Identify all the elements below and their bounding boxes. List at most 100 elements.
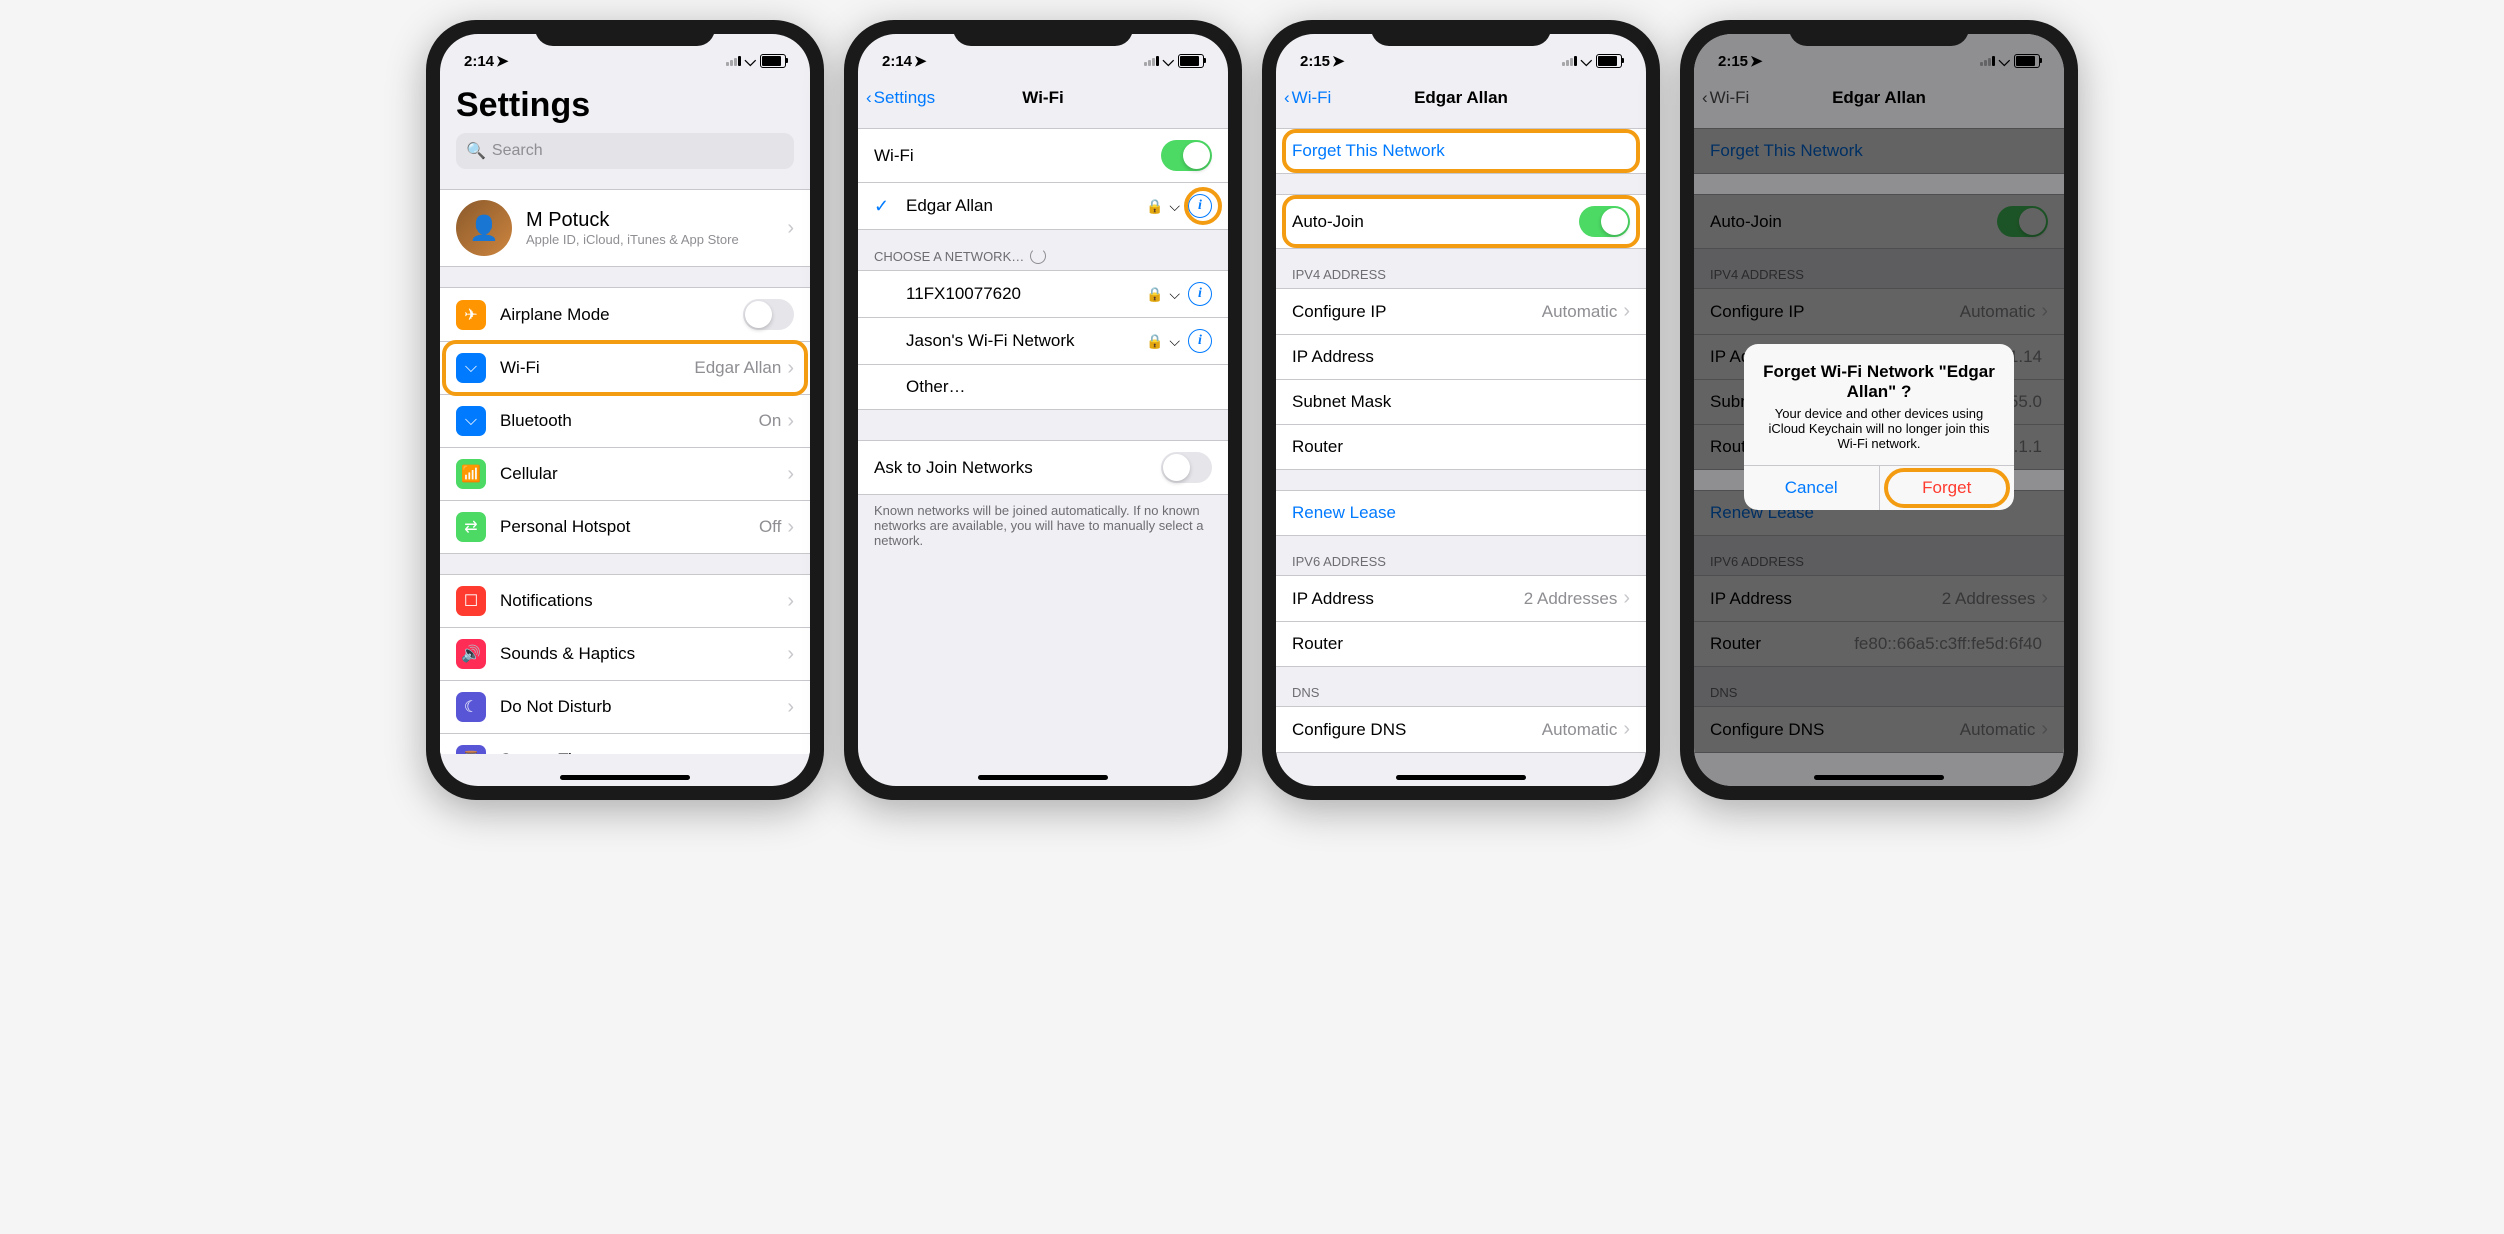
row-value: 2 Addresses <box>1524 589 1618 609</box>
network-name: 11FX10077620 <box>906 284 1146 304</box>
lock-icon: 🔒 <box>1146 286 1163 303</box>
wifi-icon: ⌵ <box>1163 53 1174 70</box>
wifi-toggle[interactable] <box>1161 140 1212 171</box>
settings-row[interactable]: Configure IPAutomatic› <box>1276 289 1646 335</box>
settings-row[interactable]: ⌛ Screen Time› <box>440 734 810 754</box>
chevron-icon: › <box>787 357 794 380</box>
phone-3: 2:15 ➤ ⌵ ‹Wi-Fi Edgar Allan Forget This … <box>1262 20 1660 800</box>
settings-row[interactable]: ✈︎Airplane Mode <box>440 288 810 342</box>
settings-row[interactable]: Subnet Mask <box>1276 380 1646 425</box>
settings-row[interactable]: IP Address2 Addresses› <box>1276 576 1646 622</box>
row-icon: 🔊 <box>456 639 486 669</box>
home-indicator[interactable] <box>978 775 1108 780</box>
row-label: Do Not Disturb <box>500 697 787 717</box>
choose-network-header: CHOOSE A NETWORK… <box>858 230 1228 270</box>
settings-row[interactable]: ☾Do Not Disturb› <box>440 681 810 734</box>
row-icon: ⌛ <box>456 745 486 754</box>
row-value: Automatic <box>1542 302 1618 322</box>
notch <box>1789 20 1969 46</box>
avatar: 👤 <box>456 200 512 256</box>
settings-row[interactable]: ☐Notifications› <box>440 575 810 628</box>
notch <box>1371 20 1551 46</box>
row-label: IP Address <box>1292 589 1524 609</box>
battery-icon <box>760 54 786 68</box>
settings-row[interactable]: IP Address <box>1276 335 1646 380</box>
settings-row[interactable]: ⇄Personal HotspotOff› <box>440 501 810 553</box>
autojoin-toggle[interactable] <box>1579 206 1630 237</box>
row-label: Screen Time <box>500 750 787 754</box>
row-icon: ☾ <box>456 692 486 722</box>
home-indicator[interactable] <box>1396 775 1526 780</box>
nav-title: Edgar Allan <box>1414 88 1508 108</box>
forget-network-row[interactable]: Forget This Network <box>1276 129 1646 173</box>
notch <box>535 20 715 46</box>
cancel-button[interactable]: Cancel <box>1744 466 1880 510</box>
home-indicator[interactable] <box>1814 775 1944 780</box>
settings-row[interactable]: 📶Cellular› <box>440 448 810 501</box>
phone-4: 2:15 ➤ ⌵ ‹Wi-Fi Edgar Allan Forget This … <box>1680 20 2078 800</box>
lock-icon: 🔒 <box>1146 333 1163 350</box>
ask-to-join-row[interactable]: Ask to Join Networks <box>858 441 1228 494</box>
row-icon: ⌵ <box>456 353 486 383</box>
row-label: Subnet Mask <box>1292 392 1630 412</box>
settings-row[interactable]: ⌵Wi-FiEdgar Allan› <box>440 342 810 395</box>
profile-row[interactable]: 👤 M Potuck Apple ID, iCloud, iTunes & Ap… <box>440 190 810 266</box>
info-icon[interactable]: i <box>1188 282 1212 306</box>
wifi-toggle-row[interactable]: Wi-Fi <box>858 129 1228 183</box>
settings-row[interactable]: Router <box>1276 425 1646 469</box>
chevron-icon: › <box>787 516 794 539</box>
row-icon: ☐ <box>456 586 486 616</box>
lock-icon: 🔒 <box>1146 198 1163 215</box>
profile-name: M Potuck <box>526 209 787 232</box>
row-label: Bluetooth <box>500 411 759 431</box>
other-network-row[interactable]: Other… <box>858 365 1228 409</box>
chevron-icon: › <box>787 590 794 613</box>
info-icon[interactable]: i <box>1188 194 1212 218</box>
notch <box>953 20 1133 46</box>
signal-icon <box>726 56 741 66</box>
home-indicator[interactable] <box>560 775 690 780</box>
signal-icon <box>1144 56 1159 66</box>
settings-row[interactable]: Router <box>1276 622 1646 666</box>
status-time: 2:15 <box>1300 53 1330 70</box>
chevron-icon: › <box>787 749 794 755</box>
row-value: Edgar Allan <box>694 358 781 378</box>
wifi-strength-icon: ⌵ <box>1169 198 1180 215</box>
row-label: Personal Hotspot <box>500 517 759 537</box>
back-button[interactable]: ‹Settings <box>866 88 935 108</box>
autojoin-row[interactable]: Auto-Join <box>1276 195 1646 248</box>
row-icon: 📶 <box>456 459 486 489</box>
wifi-strength-icon: ⌵ <box>1169 286 1180 303</box>
network-row[interactable]: Jason's Wi-Fi Network🔒⌵i <box>858 318 1228 365</box>
settings-row[interactable]: ⌵BluetoothOn› <box>440 395 810 448</box>
info-icon[interactable]: i <box>1188 329 1212 353</box>
search-placeholder: Search <box>492 142 543 160</box>
settings-row[interactable]: 🔊Sounds & Haptics› <box>440 628 810 681</box>
row-icon: ⌵ <box>456 406 486 436</box>
row-value: Automatic <box>1542 720 1618 740</box>
toggle[interactable] <box>743 299 794 330</box>
row-label: Sounds & Haptics <box>500 644 787 664</box>
check-icon: ✓ <box>874 196 896 217</box>
row-label: Cellular <box>500 464 787 484</box>
current-network-row[interactable]: ✓ Edgar Allan 🔒⌵ i <box>858 183 1228 229</box>
wifi-icon: ⌵ <box>1581 53 1592 70</box>
chevron-left-icon: ‹ <box>866 88 872 108</box>
status-time: 2:14 <box>464 53 494 70</box>
location-icon: ➤ <box>914 52 927 70</box>
settings-row[interactable]: Configure DNSAutomatic› <box>1276 707 1646 752</box>
alert-title: Forget Wi-Fi Network "Edgar Allan" ? <box>1758 362 2000 402</box>
renew-lease-row[interactable]: Renew Lease <box>1276 491 1646 535</box>
search-input[interactable]: 🔍 Search <box>456 133 794 169</box>
battery-icon <box>1596 54 1622 68</box>
ask-toggle[interactable] <box>1161 452 1212 483</box>
phone-2: 2:14 ➤ ⌵ ‹Settings Wi-Fi Wi-Fi ✓ Edgar A… <box>844 20 1242 800</box>
back-button[interactable]: ‹Wi-Fi <box>1284 88 1331 108</box>
phone-1: 2:14 ➤ ⌵ Settings 🔍 Search 👤 M Potuck Ap… <box>426 20 824 800</box>
page-title: Settings <box>440 76 810 133</box>
location-icon: ➤ <box>496 52 509 70</box>
network-row[interactable]: 11FX10077620🔒 ⌵ i <box>858 271 1228 318</box>
forget-button[interactable]: Forget <box>1880 466 2015 510</box>
network-name: Jason's Wi-Fi Network <box>906 331 1146 351</box>
search-icon: 🔍 <box>466 141 486 161</box>
